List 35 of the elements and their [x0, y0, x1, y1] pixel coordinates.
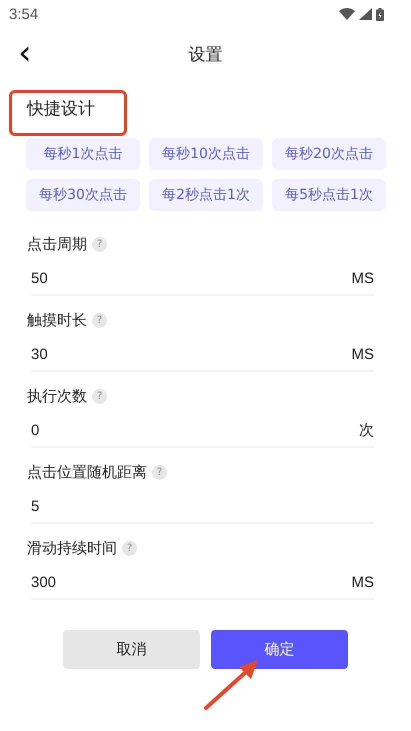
input-field[interactable]: 0 次 [31, 415, 374, 448]
unit-label: MS [352, 270, 374, 287]
field-label: 点击周期 [27, 234, 87, 254]
help-icon[interactable]: ? [122, 540, 137, 556]
unit-label: 次 [359, 421, 374, 440]
field-label: 执行次数 [27, 386, 87, 406]
preset-chip[interactable]: 每5秒点击1次 [272, 179, 386, 211]
status-time: 3:54 [9, 6, 38, 22]
field-label: 滑动持续时间 [27, 538, 117, 558]
preset-chip[interactable]: 每2秒点击1次 [149, 179, 263, 211]
arrow-annotation [203, 659, 259, 711]
signal-icon [359, 8, 372, 20]
page-title: 设置 [188, 44, 222, 66]
cancel-button[interactable]: 取消 [63, 630, 200, 669]
battery-icon [376, 8, 384, 20]
confirm-button[interactable]: 确定 [211, 630, 348, 669]
input-field[interactable]: 300 MS [31, 567, 374, 600]
help-icon[interactable]: ? [92, 236, 107, 252]
section-title: 快捷设计 [27, 98, 95, 120]
input-field[interactable]: 50 MS [31, 263, 374, 296]
help-icon[interactable]: ? [92, 388, 107, 404]
field-label: 触摸时长 [27, 310, 87, 330]
field-label: 点击位置随机距离 [27, 462, 147, 482]
help-icon[interactable]: ? [152, 464, 167, 480]
unit-label: MS [352, 574, 374, 591]
unit-label: MS [352, 346, 374, 363]
input-field[interactable]: 30 MS [31, 339, 374, 372]
input-field[interactable]: 5 [31, 491, 374, 524]
help-icon[interactable]: ? [92, 312, 107, 328]
wifi-icon [339, 8, 355, 20]
preset-chip[interactable]: 每秒20次点击 [272, 138, 386, 170]
preset-chip[interactable]: 每秒1次点击 [26, 138, 140, 170]
back-button[interactable]: ‹ [14, 38, 36, 68]
preset-chip[interactable]: 每秒10次点击 [149, 138, 263, 170]
preset-chip[interactable]: 每秒30次点击 [26, 179, 140, 211]
